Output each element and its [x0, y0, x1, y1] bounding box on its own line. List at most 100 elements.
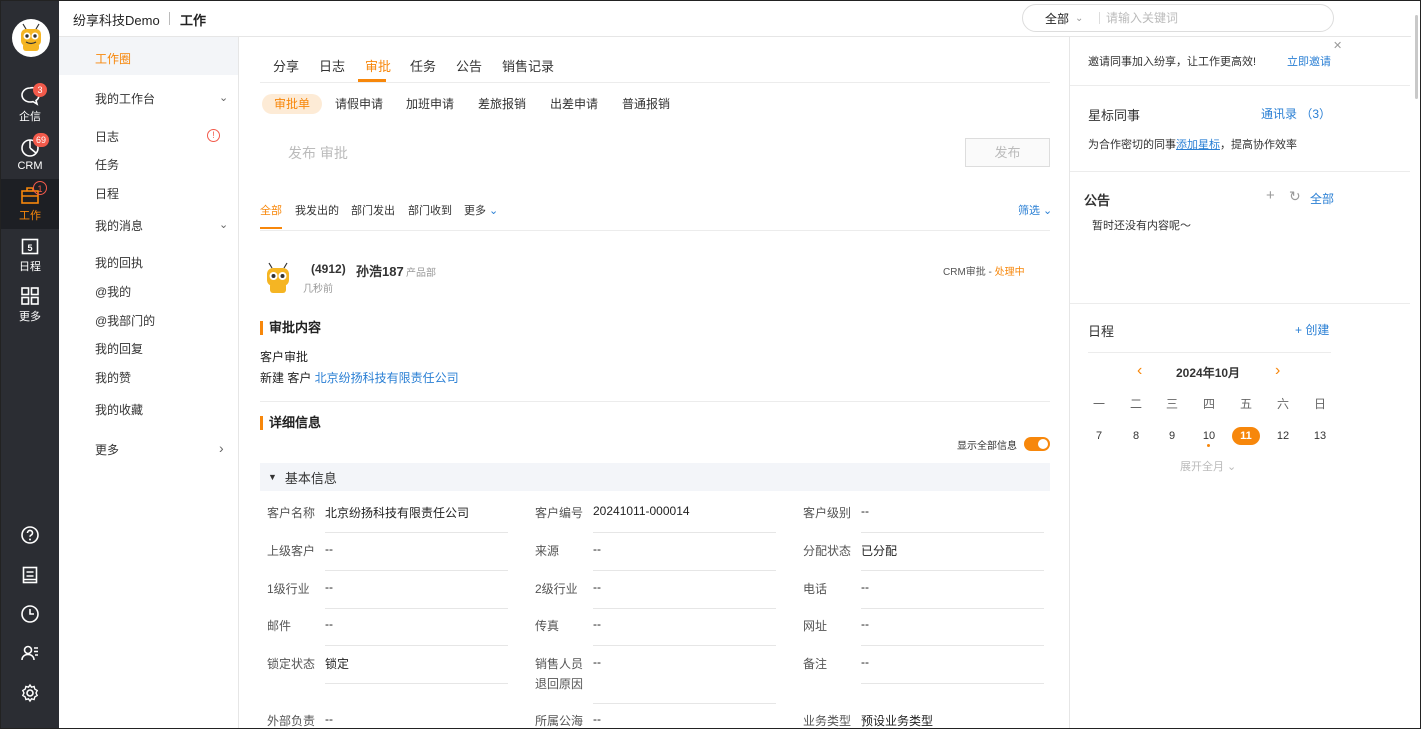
invite-now-link[interactable]: 立即邀请: [1287, 53, 1331, 69]
field-label: 客户名称: [267, 506, 316, 520]
work-sidebar: 工作圈 我的工作台 ⌄ 日志 ! 任务 日程 我的消息 ⌄ 我的回执 @我的 @…: [59, 37, 239, 728]
close-icon[interactable]: ✕: [1333, 39, 1342, 52]
show-all-toggle[interactable]: [1024, 437, 1050, 451]
field-label: 外部负责: [267, 714, 316, 728]
scrollbar-thumb[interactable]: [1415, 15, 1418, 99]
show-all-label: 显示全部信息: [957, 441, 1017, 452]
help-button[interactable]: [1, 517, 59, 553]
calendar-day[interactable]: 9: [1158, 427, 1186, 445]
field-value: --: [593, 542, 601, 556]
filter-dept-sent[interactable]: 部门发出: [351, 202, 395, 218]
add-icon[interactable]: +: [1266, 187, 1275, 204]
filter-sent-by-me[interactable]: 我发出的: [295, 202, 339, 218]
publish-input[interactable]: 发布 审批: [288, 143, 348, 163]
sidebar-item-more[interactable]: 更多: [95, 441, 119, 458]
post-author-name[interactable]: 孙浩187: [356, 261, 404, 280]
sidebar-item-my-messages[interactable]: 我的消息: [95, 217, 143, 234]
settings-button[interactable]: [1, 675, 59, 711]
rail-item-schedule[interactable]: 5 日程: [1, 231, 59, 279]
publish-button[interactable]: 发布: [965, 138, 1050, 167]
filter-all[interactable]: 全部: [260, 202, 282, 218]
sidebar-item-my-favorites[interactable]: 我的收藏: [95, 401, 143, 418]
sidebar-item-at-me[interactable]: @我的: [95, 283, 131, 300]
field-label: 客户编号: [535, 506, 584, 520]
search-divider: [1099, 12, 1100, 24]
subtab-overtime[interactable]: 加班申请: [394, 94, 466, 114]
tab-share[interactable]: 分享: [273, 56, 299, 75]
avatar[interactable]: [262, 261, 294, 295]
rail-item-more[interactable]: 更多: [1, 281, 59, 329]
sidebar-item-my-workbench[interactable]: 我的工作台: [95, 90, 155, 107]
rail-item-chat[interactable]: 企信 3: [1, 81, 59, 129]
create-schedule-link[interactable]: + 创建: [1295, 321, 1329, 338]
expand-month-button[interactable]: 展开全月 ⌄: [1180, 458, 1236, 474]
screen-filter-button[interactable]: 筛选 ⌄: [1018, 202, 1052, 218]
add-star-link[interactable]: 添加星标: [1176, 139, 1220, 151]
notebook-icon: [22, 566, 38, 584]
chevron-down-icon: ⌄: [1040, 205, 1053, 217]
page-scrollbar[interactable]: [1411, 1, 1420, 728]
contacts-button[interactable]: [1, 635, 59, 671]
calendar-day[interactable]: 13: [1306, 427, 1334, 445]
header-separator: [169, 12, 170, 25]
subtab-leave[interactable]: 请假申请: [323, 94, 395, 114]
calendar-day[interactable]: 7: [1085, 427, 1113, 445]
subtab-business-trip[interactable]: 出差申请: [538, 94, 610, 114]
schedule-title: 日程: [1088, 324, 1115, 339]
chevron-right-icon[interactable]: ›: [1275, 362, 1280, 380]
tab-task[interactable]: 任务: [410, 56, 436, 75]
chevron-right-icon[interactable]: ›: [219, 440, 224, 456]
sidebar-item-at-dept[interactable]: @我部门的: [95, 312, 155, 329]
subtab-travel-expense[interactable]: 差旅报销: [466, 94, 538, 114]
sidebar-item-work-circle[interactable]: 工作圈: [95, 50, 131, 67]
rail-item-crm[interactable]: CRM 69: [1, 131, 59, 179]
sidebar-item-log[interactable]: 日志: [95, 128, 119, 145]
subtab-approval-form[interactable]: 审批单: [262, 94, 323, 114]
rail-label-schedule: 日程: [19, 261, 41, 273]
field-underline: [325, 608, 508, 609]
refresh-icon[interactable]: ↻: [1289, 188, 1301, 205]
tab-notice[interactable]: 公告: [456, 56, 482, 75]
left-rail: 企信 3 CRM 69 工作 1 5 日程 更多: [1, 1, 59, 728]
history-button[interactable]: [1, 596, 59, 632]
weekday-label: 五: [1239, 397, 1252, 411]
notice-all-link[interactable]: 全部: [1310, 190, 1334, 207]
sidebar-item-task[interactable]: 任务: [95, 156, 119, 173]
basic-info-group[interactable]: ▼ 基本信息: [260, 463, 1050, 491]
calendar-day-today[interactable]: 11: [1232, 427, 1260, 445]
star-hint: 为合作密切的同事添加星标，提高协作效率: [1088, 136, 1297, 152]
panel-divider: [1070, 303, 1410, 304]
sidebar-item-schedule[interactable]: 日程: [95, 185, 119, 202]
sidebar-item-my-likes[interactable]: 我的赞: [95, 369, 131, 386]
field-label: 所属公海: [535, 714, 584, 728]
rail-label-more: 更多: [19, 311, 41, 323]
chevron-left-icon[interactable]: ‹: [1137, 362, 1142, 380]
chevron-down-icon[interactable]: ⌄: [219, 91, 228, 104]
chevron-down-icon[interactable]: ⌄: [219, 218, 228, 231]
notebook-button[interactable]: [1, 557, 59, 593]
tab-approval[interactable]: 审批: [365, 56, 391, 75]
contacts-link[interactable]: 通讯录 （3）: [1261, 105, 1331, 122]
calendar-day[interactable]: 8: [1122, 427, 1150, 445]
calendar-day[interactable]: 10: [1195, 427, 1223, 445]
customer-link[interactable]: 北京纷扬科技有限责任公司: [315, 371, 459, 385]
app-logo[interactable]: [12, 19, 50, 57]
filter-more[interactable]: 更多 ⌄: [464, 202, 498, 218]
filter-dept-received[interactable]: 部门收到: [408, 202, 452, 218]
search-input[interactable]: [1106, 11, 1306, 25]
settings-icon: [21, 683, 39, 703]
sidebar-item-receipt[interactable]: 我的回执: [95, 254, 143, 271]
field-label: 网址: [803, 619, 828, 633]
tab-sales-record[interactable]: 销售记录: [502, 56, 554, 75]
rail-item-work[interactable]: 工作 1: [1, 179, 59, 229]
search-scope-dropdown[interactable]: 全部 ⌄: [1023, 10, 1099, 27]
filter-underline: [260, 227, 282, 229]
sidebar-item-my-reply[interactable]: 我的回复: [95, 340, 143, 357]
panel-divider: [1070, 171, 1410, 172]
calendar-day[interactable]: 12: [1269, 427, 1297, 445]
field-label: 电话: [803, 582, 828, 596]
tab-log[interactable]: 日志: [319, 56, 345, 75]
approval-name: 客户审批: [260, 350, 309, 364]
svg-text:5: 5: [27, 243, 32, 253]
subtab-general-expense[interactable]: 普通报销: [610, 94, 682, 114]
